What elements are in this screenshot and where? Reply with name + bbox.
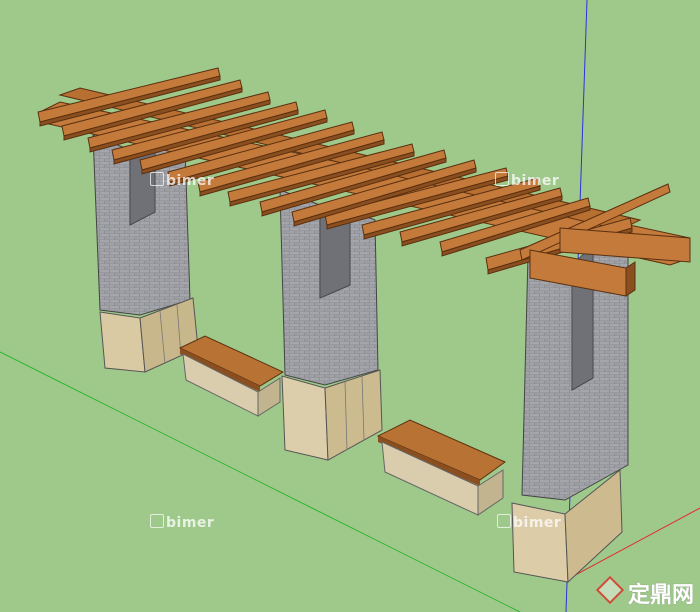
watermark-4: bimer — [497, 514, 561, 531]
watermark-1: bimer — [150, 172, 214, 189]
pergola-model — [0, 0, 700, 612]
watermark-text: bimer — [166, 173, 215, 189]
bench-right — [376, 419, 507, 516]
sketchup-viewport[interactable]: bimer bimer bimer bimer 定鼎网 — [0, 0, 700, 612]
site-logo: 定鼎网 — [595, 575, 694, 609]
watermark-icon — [150, 514, 164, 528]
bench-left — [178, 335, 285, 417]
logo-icon — [595, 575, 625, 605]
watermark-icon — [495, 172, 509, 186]
watermark-icon — [497, 514, 511, 528]
site-logo-text: 定鼎网 — [627, 583, 694, 608]
watermark-text: bimer — [511, 173, 560, 189]
watermark-icon — [150, 172, 164, 186]
right-pillar — [511, 244, 629, 584]
watermark-3: bimer — [150, 514, 214, 531]
watermark-2: bimer — [495, 172, 559, 189]
watermark-text: bimer — [513, 515, 562, 531]
watermark-text: bimer — [166, 515, 215, 531]
